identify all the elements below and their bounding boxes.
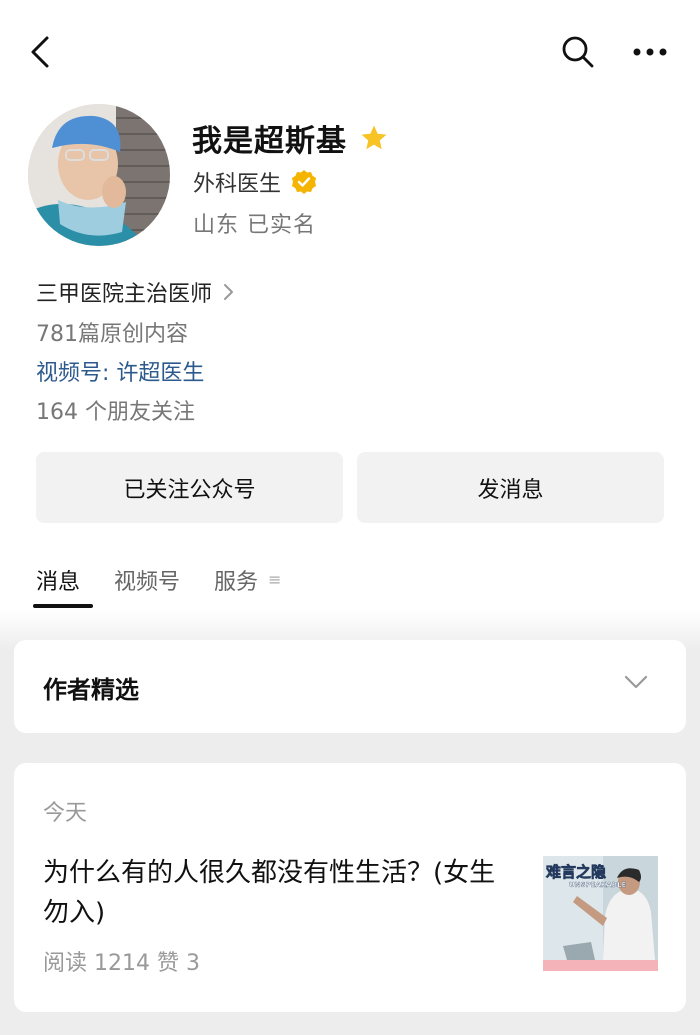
feed-date: 今天: [43, 801, 88, 826]
star-icon[interactable]: [359, 123, 389, 153]
search-button[interactable]: [556, 30, 600, 74]
chevron-down-icon[interactable]: [624, 674, 648, 690]
tab-video-channel-label: 视频号: [114, 570, 181, 595]
article-count: 781篇原创内容: [36, 322, 188, 347]
friends-following-count[interactable]: 164 个朋友关注: [36, 394, 195, 426]
avatar-photo: [28, 104, 170, 246]
tab-services[interactable]: 服务: [214, 564, 258, 596]
description-text: 三甲医院主治医师: [36, 282, 213, 307]
account-description[interactable]: 三甲医院主治医师: [36, 276, 236, 308]
menu-icon[interactable]: ≡: [268, 570, 281, 589]
certification-label: 外科医生: [193, 172, 282, 197]
account-name: 我是超斯基: [192, 124, 347, 159]
more-icon: [633, 48, 667, 56]
tab-bar: 消息 视频号 服务 ≡: [33, 564, 281, 610]
tab-video-channel[interactable]: 视频号: [114, 564, 180, 596]
article-thumbnail[interactable]: 难言之隐 UNSPEAKABLE: [543, 856, 658, 971]
thumb-subtitle: UNSPEAKABLE: [569, 881, 627, 889]
author-picks-card[interactable]: 作者精选: [14, 640, 686, 733]
back-icon: [31, 36, 49, 68]
verified-icon: [292, 170, 317, 194]
video-channel-link[interactable]: 视频号: 许超医生: [36, 355, 204, 387]
active-tab-indicator: [33, 604, 93, 608]
thumb-title: 难言之隐: [545, 863, 606, 881]
article-feed-card: 今天 为什么有的人很久都没有性生活？(女生勿入) 阅读 1214 赞 3 难言之…: [14, 763, 686, 1012]
tab-messages[interactable]: 消息: [33, 564, 93, 608]
certification-row[interactable]: 外科医生: [193, 166, 317, 198]
article-stats: 阅读 1214 赞 3: [43, 951, 200, 976]
avatar[interactable]: [28, 104, 170, 246]
send-message-button[interactable]: 发消息: [357, 452, 664, 523]
search-icon: [562, 36, 594, 68]
followed-button[interactable]: 已关注公众号: [36, 452, 343, 523]
name-row: 我是超斯基: [192, 116, 389, 160]
more-button[interactable]: [626, 30, 674, 74]
tab-services-label: 服务: [214, 570, 259, 595]
article-headline[interactable]: 为什么有的人很久都没有性生活？(女生勿入): [43, 853, 513, 933]
back-button[interactable]: [18, 30, 62, 74]
author-picks-title: 作者精选: [43, 676, 139, 704]
chevron-right-icon: [224, 284, 234, 300]
tab-messages-label: 消息: [36, 570, 81, 595]
article-thumbnail-image: 难言之隐 UNSPEAKABLE: [543, 856, 658, 971]
location-verified-text: 山东 已实名: [193, 213, 316, 238]
